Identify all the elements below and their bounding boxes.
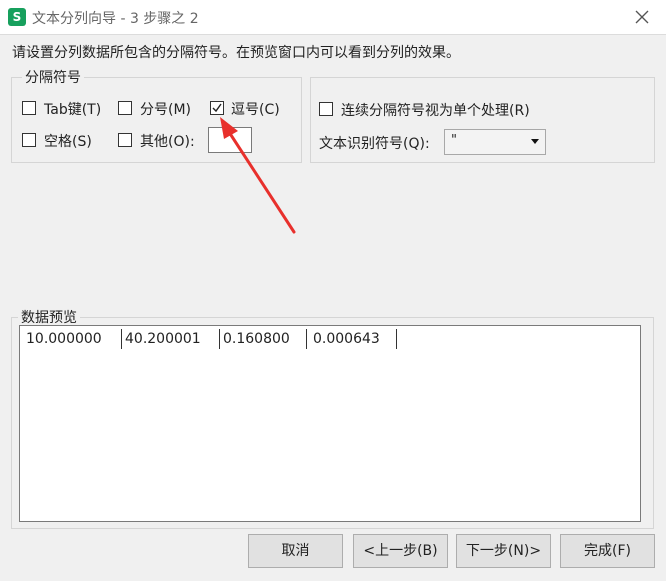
tab-checkbox[interactable] — [22, 101, 36, 115]
next-button[interactable]: 下一步(N)> — [456, 534, 551, 568]
finish-button[interactable]: 完成(F) — [560, 534, 655, 568]
other-checkbox[interactable] — [118, 133, 132, 147]
space-checkbox-label[interactable]: 空格(S) — [44, 131, 92, 151]
text-qualifier-select[interactable]: " — [444, 129, 546, 155]
checkmark-icon — [212, 103, 222, 113]
text-qualifier-value: " — [451, 133, 457, 148]
text-qualifier-label: 文本识别符号(Q): — [319, 136, 430, 152]
consecutive-delimiters-checkbox[interactable] — [319, 102, 333, 116]
data-preview-area[interactable]: 10.000000 40.200001 0.160800 0.000643 — [19, 325, 641, 522]
delimiters-legend: 分隔符号 — [22, 67, 84, 87]
preview-cell: 10.000000 — [26, 331, 102, 347]
preview-cell: 0.000643 — [313, 331, 380, 347]
comma-checkbox-label[interactable]: 逗号(C) — [231, 99, 280, 119]
app-icon: S — [8, 8, 26, 26]
dropdown-arrow-icon — [531, 139, 539, 144]
tab-checkbox-label[interactable]: Tab键(T) — [44, 99, 101, 119]
instruction-text: 请设置分列数据所包含的分隔符号。在预览窗口内可以看到分列的效果。 — [12, 45, 460, 61]
space-checkbox[interactable] — [22, 133, 36, 147]
column-separator[interactable] — [219, 329, 220, 349]
title-bar: S 文本分列向导 - 3 步骤之 2 — [0, 0, 666, 35]
preview-cell: 40.200001 — [125, 331, 201, 347]
column-separator[interactable] — [121, 329, 122, 349]
close-icon — [635, 10, 649, 24]
semicolon-checkbox-label[interactable]: 分号(M) — [140, 99, 191, 119]
column-separator[interactable] — [306, 329, 307, 349]
consecutive-delimiters-label[interactable]: 连续分隔符号视为单个处理(R) — [341, 100, 530, 120]
cancel-button[interactable]: 取消 — [248, 534, 343, 568]
other-checkbox-label[interactable]: 其他(O): — [140, 131, 195, 151]
preview-legend: 数据预览 — [18, 307, 80, 327]
window-title: 文本分列向导 - 3 步骤之 2 — [32, 11, 199, 27]
comma-checkbox[interactable] — [210, 101, 224, 115]
preview-cell: 0.160800 — [223, 331, 290, 347]
other-delimiter-input[interactable] — [208, 127, 252, 153]
back-button[interactable]: <上一步(B) — [353, 534, 448, 568]
column-separator[interactable] — [396, 329, 397, 349]
close-button[interactable] — [628, 3, 656, 31]
semicolon-checkbox[interactable] — [118, 101, 132, 115]
